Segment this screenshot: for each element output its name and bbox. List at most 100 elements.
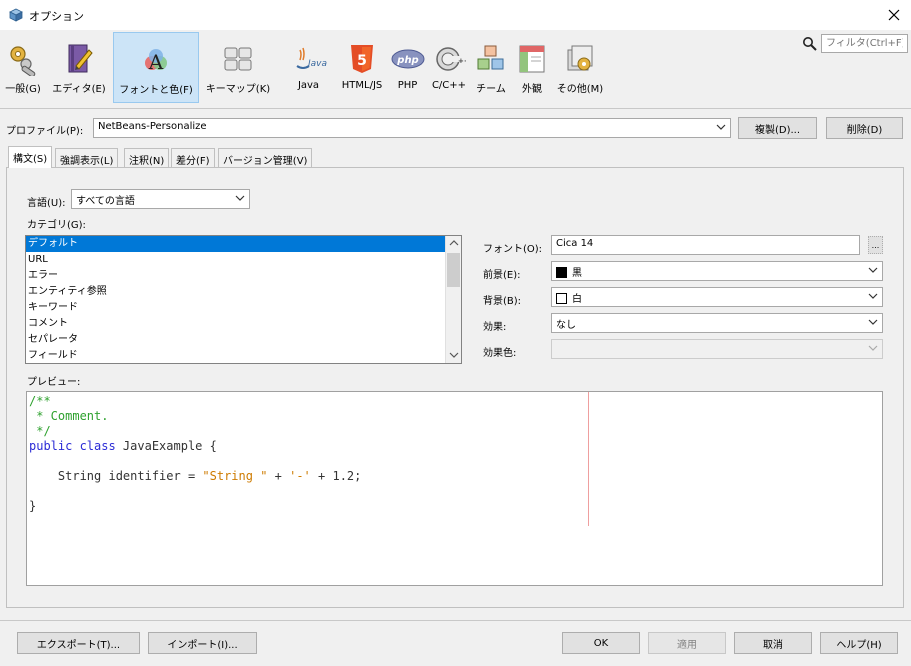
category-misc[interactable]: その他(M)	[553, 32, 607, 104]
code-line: */	[29, 424, 50, 438]
list-item[interactable]: セパレータ	[26, 332, 461, 348]
tab-annotations[interactable]: 注釈(N)	[124, 148, 170, 167]
code-token: '-'	[289, 469, 311, 483]
toolbar-divider	[0, 108, 911, 109]
cpp-icon: ++	[431, 41, 467, 77]
export-button[interactable]: エクスポート(T)...	[17, 632, 140, 654]
profile-label: プロファイル(P):	[6, 126, 84, 137]
category-label: 外観	[522, 84, 542, 95]
code-token: /**	[29, 394, 51, 408]
chevron-down-icon	[868, 318, 878, 329]
code-token: + 1.2;	[310, 469, 362, 483]
category-label: その他(M)	[556, 84, 604, 95]
html5-icon: 5	[344, 41, 380, 77]
tab-diff[interactable]: 差分(F)	[171, 148, 215, 167]
delete-button[interactable]: 削除(D)	[826, 117, 903, 139]
close-icon	[888, 9, 900, 21]
category-list[interactable]: デフォルト URL エラー エンティティ参照 キーワード コメント セパレータ …	[25, 235, 462, 364]
code-token: String identifier =	[29, 469, 203, 483]
code-token: * Comment.	[29, 409, 109, 423]
language-label: 言語(U):	[27, 198, 66, 209]
search-icon	[802, 36, 818, 52]
java-icon: Java	[291, 41, 327, 77]
duplicate-button[interactable]: 複製(D)...	[738, 117, 817, 139]
help-button[interactable]: ヘルプ(H)	[820, 632, 898, 654]
category-label: Java	[297, 80, 320, 91]
preview-editor: /** * Comment. */public class JavaExampl…	[26, 391, 883, 586]
fonts-colors-icon: A	[138, 42, 174, 78]
svg-text:A: A	[148, 50, 164, 74]
profile-combo[interactable]: NetBeans-Personalize	[93, 118, 731, 138]
background-combo[interactable]: 白	[551, 287, 883, 307]
import-button[interactable]: インポート(I)...	[148, 632, 257, 654]
apply-button: 適用	[648, 632, 726, 654]
cancel-button[interactable]: 取消	[734, 632, 812, 654]
effects-value: なし	[556, 320, 576, 331]
font-field[interactable]: Cica 14	[551, 235, 860, 255]
category-java[interactable]: Java Java	[281, 32, 336, 104]
category-html-js[interactable]: 5 HTML/JS	[337, 32, 387, 104]
effects-label: 効果:	[483, 322, 507, 333]
category-list-scrollbar[interactable]	[445, 236, 461, 363]
editor-icon	[61, 41, 97, 77]
language-combo[interactable]: すべての言語	[71, 189, 250, 209]
code-token: public class	[29, 439, 116, 453]
tab-highlighting[interactable]: 強調表示(L)	[55, 148, 119, 167]
tab-syntax[interactable]: 構文(S)	[8, 146, 53, 168]
effect-color-combo	[551, 339, 883, 359]
category-list-label: カテゴリ(G):	[27, 220, 86, 231]
footer-divider	[0, 620, 911, 621]
category-label: C/C++	[431, 80, 467, 91]
list-item[interactable]: エンティティ参照	[26, 284, 461, 300]
category-general[interactable]: 一般(G)	[0, 32, 46, 104]
category-fonts-colors[interactable]: A フォントと色(F)	[113, 32, 199, 103]
list-item[interactable]: フィールド	[26, 348, 461, 363]
code-token: +	[267, 469, 290, 483]
category-cpp[interactable]: ++ C/C++	[428, 32, 470, 104]
category-label: フォントと色(F)	[119, 85, 193, 96]
ok-button[interactable]: OK	[562, 632, 640, 654]
category-editor[interactable]: エディタ(E)	[48, 32, 110, 104]
background-label: 背景(B):	[483, 296, 522, 307]
php-icon: php	[390, 41, 426, 77]
background-swatch	[556, 293, 567, 304]
category-appearance[interactable]: 外観	[513, 32, 551, 104]
effects-combo[interactable]: なし	[551, 313, 883, 333]
chevron-down-icon	[868, 292, 878, 303]
background-value: 白	[572, 294, 582, 305]
chevron-down-icon	[868, 266, 878, 277]
list-item[interactable]: エラー	[26, 268, 461, 284]
chevron-down-icon[interactable]	[449, 351, 459, 362]
category-label: エディタ(E)	[52, 84, 106, 95]
scrollbar-thumb[interactable]	[447, 253, 460, 287]
list-item[interactable]: コメント	[26, 316, 461, 332]
code-line: public class JavaExample {	[29, 439, 217, 453]
code-token: }	[29, 499, 37, 513]
chevron-down-icon	[235, 194, 245, 205]
category-php[interactable]: php PHP	[388, 32, 427, 104]
profile-value: NetBeans-Personalize	[98, 121, 207, 132]
team-icon	[473, 41, 509, 77]
font-value: Cica 14	[556, 238, 594, 249]
foreground-combo[interactable]: 黒	[551, 261, 883, 281]
list-item[interactable]: キーワード	[26, 300, 461, 316]
code-line: * Comment.	[29, 409, 108, 423]
category-team[interactable]: チーム	[470, 32, 512, 104]
category-label: チーム	[476, 84, 506, 95]
close-button[interactable]	[882, 5, 906, 25]
svg-text:Java: Java	[306, 59, 327, 69]
title-bar	[0, 0, 911, 30]
foreground-label: 前景(E):	[483, 270, 521, 281]
language-value: すべての言語	[76, 196, 135, 207]
category-label: キーマップ(K)	[205, 84, 271, 95]
category-keymap[interactable]: キーマップ(K)	[202, 32, 274, 104]
list-item[interactable]: デフォルト	[26, 236, 445, 252]
list-item[interactable]: URL	[26, 252, 461, 268]
general-icon	[5, 41, 41, 77]
tab-version-control[interactable]: バージョン管理(V)	[218, 148, 313, 167]
chevron-up-icon[interactable]	[449, 239, 459, 250]
category-label: PHP	[397, 80, 418, 91]
code-line: /**	[29, 394, 51, 408]
font-chooser-button[interactable]: ...	[868, 236, 883, 254]
filter-input[interactable]	[821, 34, 908, 53]
